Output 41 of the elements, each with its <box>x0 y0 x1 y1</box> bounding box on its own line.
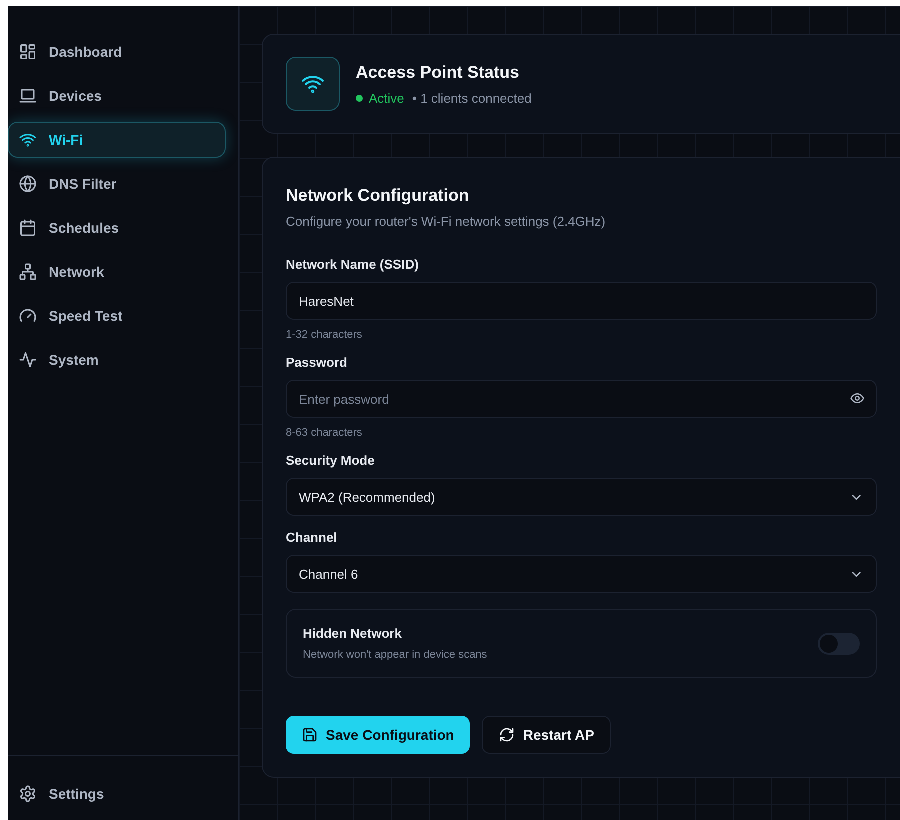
field-hint: 8-63 characters <box>286 427 364 439</box>
restart-button[interactable]: Restart AP <box>482 716 612 754</box>
status-text: Active <box>369 90 404 106</box>
field-hint: 1-32 characters <box>286 329 364 341</box>
gauge-icon <box>19 307 37 325</box>
select-dropdown[interactable]: Channel 6 <box>286 555 877 593</box>
sidebar-item[interactable]: Devices <box>8 78 226 114</box>
toggle-label: Hidden Network <box>303 626 403 641</box>
text-field[interactable]: HaresNet <box>286 282 877 320</box>
save-icon <box>302 727 318 743</box>
globe-icon <box>19 175 37 193</box>
field-label: Channel <box>286 530 338 545</box>
select-dropdown[interactable]: WPA2 (Recommended) <box>286 478 877 516</box>
card-title: Network Configuration <box>286 186 470 206</box>
eye-icon <box>850 391 865 406</box>
toggle-description: Network won't appear in device scans <box>303 649 488 661</box>
sidebar-item[interactable]: Settings <box>8 776 238 812</box>
card-title: Access Point Status <box>356 62 520 82</box>
sidebar-item[interactable]: System <box>8 342 226 378</box>
save-button[interactable]: Save Configuration <box>286 716 470 754</box>
grid-icon <box>19 43 37 61</box>
card-description: Configure your router's Wi-Fi network settings (2.4GHz) <box>286 214 607 229</box>
client-count: • 1 clients connected <box>412 90 532 106</box>
refresh-icon <box>499 727 516 743</box>
field-label: Password <box>286 355 348 370</box>
sidebar-item[interactable]: DNS Filter <box>8 166 226 202</box>
network-icon <box>19 263 37 281</box>
pulse-icon <box>19 351 37 369</box>
sidebar-item[interactable]: Dashboard <box>8 34 226 70</box>
laptop-icon <box>19 87 37 105</box>
field-label: Security Mode <box>286 453 376 468</box>
gear-icon <box>19 785 37 803</box>
toggle-switch[interactable] <box>818 632 860 654</box>
wifi-icon <box>19 131 37 149</box>
sidebar-item[interactable]: Schedules <box>8 210 226 246</box>
password-field[interactable]: Enter password <box>286 380 877 418</box>
sidebar-item[interactable]: Wi-Fi <box>8 122 226 158</box>
calendar-icon <box>19 219 37 237</box>
sidebar-item[interactable]: Speed Test <box>8 298 226 334</box>
field-label: Network Name (SSID) <box>286 257 420 272</box>
sidebar-item[interactable]: Network <box>8 254 226 290</box>
